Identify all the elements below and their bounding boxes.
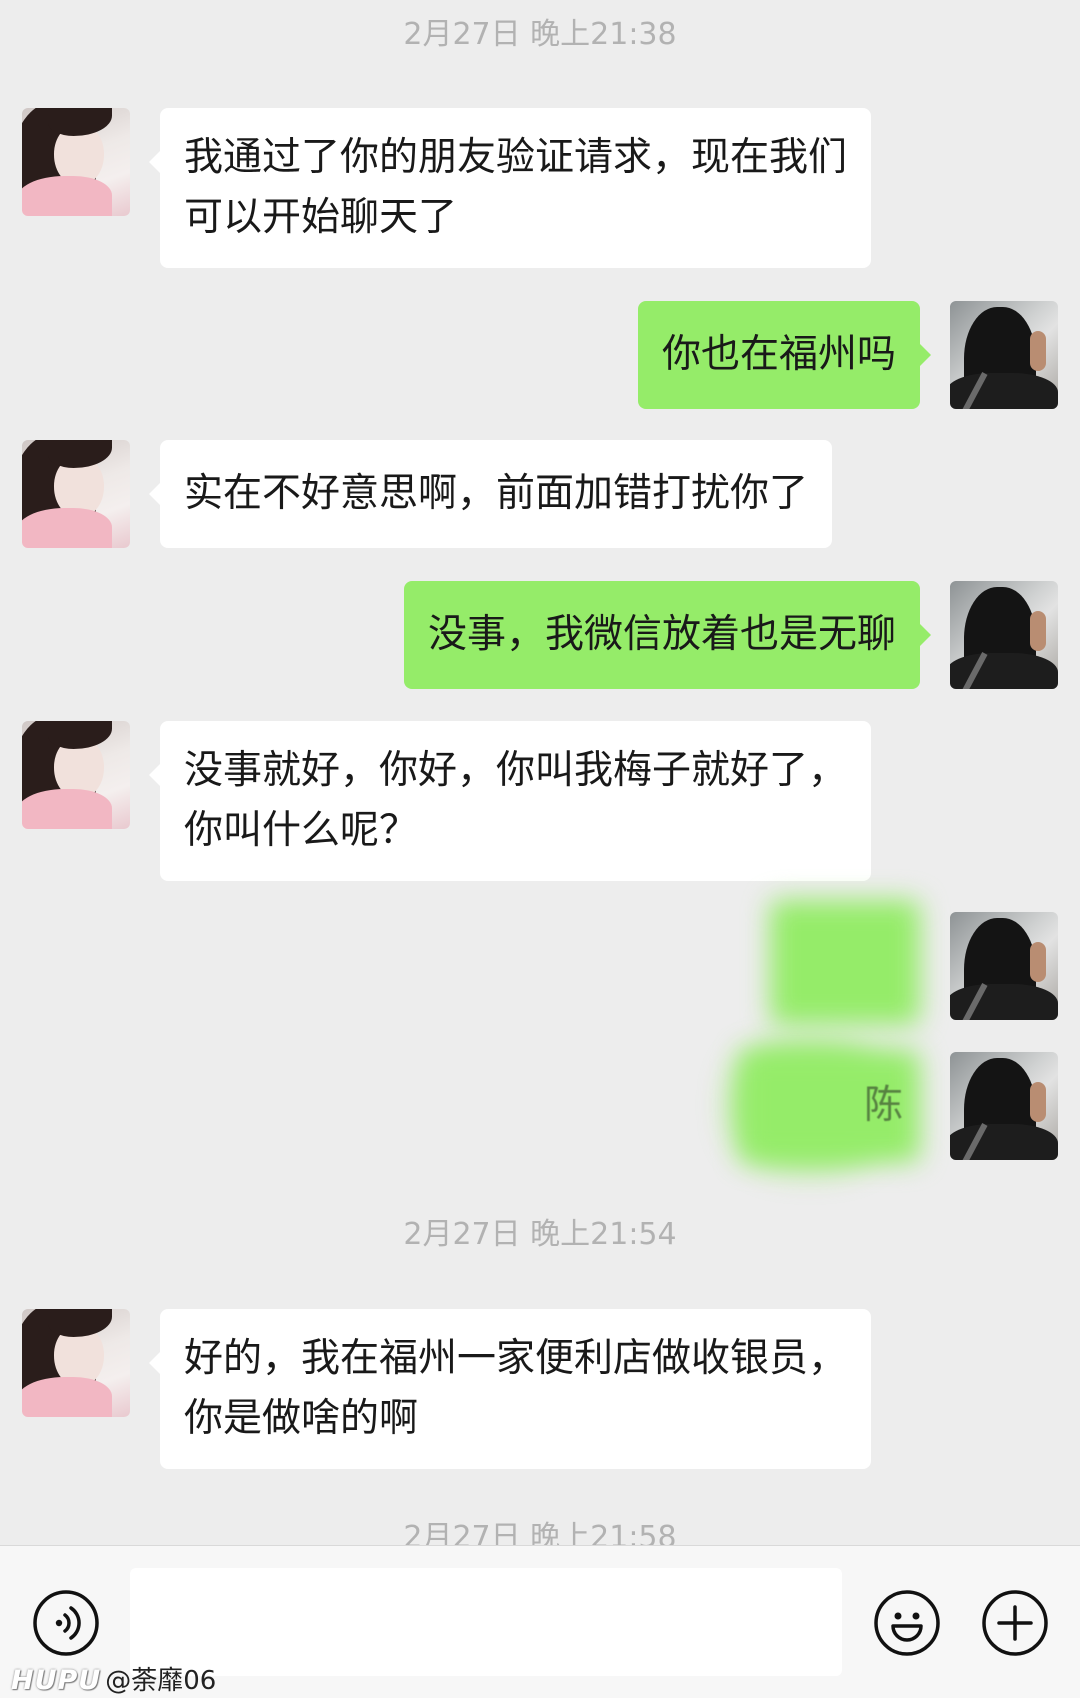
message-text: 没事就好，你好，你叫我梅子就好了， xyxy=(184,748,848,793)
avatar-hand xyxy=(1030,611,1046,651)
message-text: 好的，我在福州一家便利店做收银员， xyxy=(184,1336,848,1381)
avatar-bangs xyxy=(48,108,112,136)
contact-avatar[interactable] xyxy=(22,108,130,216)
timestamp: 2月27日 晚上21:38 xyxy=(403,17,677,52)
avatar-sleeve xyxy=(22,1377,112,1417)
timestamp: 2月27日 晚上21:54 xyxy=(403,1217,677,1252)
plus-circle-icon xyxy=(982,1590,1048,1656)
voice-icon xyxy=(33,1590,99,1656)
message-input[interactable] xyxy=(130,1568,842,1676)
avatar-bangs xyxy=(48,440,112,468)
avatar-sleeve xyxy=(22,789,112,829)
contact-avatar[interactable] xyxy=(22,440,130,548)
message-text: 你是做啥的啊 xyxy=(184,1396,419,1441)
more-button[interactable] xyxy=(981,1589,1049,1657)
emoji-button[interactable] xyxy=(873,1589,941,1657)
avatar-bangs xyxy=(48,1309,112,1337)
chat-screen: 2月27日 晚上21:38 我通过了你的朋友验证请求，现在我们 可以开始聊天了 … xyxy=(0,0,1080,1698)
emoji-icon xyxy=(874,1590,940,1656)
watermark-brand: HUPU xyxy=(11,1665,102,1696)
voice-button[interactable] xyxy=(32,1589,100,1657)
my-avatar[interactable] xyxy=(950,1052,1058,1160)
avatar-hand xyxy=(1030,331,1046,371)
watermark: HUPU @荼靡06 xyxy=(11,1660,216,1697)
message-bubble-incoming[interactable]: 我通过了你的朋友验证请求，现在我们 可以开始聊天了 xyxy=(148,108,872,268)
message-text: 实在不好意思啊，前面加错打扰你了 xyxy=(184,471,809,516)
my-avatar[interactable] xyxy=(950,581,1058,689)
avatar-sleeve xyxy=(22,508,112,548)
message-bubble-outgoing[interactable]: 你也在福州吗 xyxy=(637,301,932,409)
contact-avatar[interactable] xyxy=(22,1309,130,1417)
my-avatar[interactable] xyxy=(950,301,1058,409)
message-bubble-incoming[interactable]: 好的，我在福州一家便利店做收银员， 你是做啥的啊 xyxy=(148,1309,872,1469)
message-text: 没事，我微信放着也是无聊 xyxy=(427,612,896,657)
message-text: 可以开始聊天了 xyxy=(184,195,458,240)
message-bubble-outgoing[interactable]: 没事，我微信放着也是无聊 xyxy=(403,581,932,689)
avatar-bangs xyxy=(48,721,112,749)
avatar-hand xyxy=(1030,942,1046,982)
contact-avatar[interactable] xyxy=(22,721,130,829)
message-bubble-incoming[interactable]: 没事就好，你好，你叫我梅子就好了， 你叫什么呢？ xyxy=(148,721,872,881)
message-bubble-incoming[interactable]: 实在不好意思啊，前面加错打扰你了 xyxy=(148,440,833,548)
message-text-partial: 陈 xyxy=(864,1083,904,1128)
message-bubble-outgoing-blurred[interactable] xyxy=(770,900,920,1025)
message-text: 你也在福州吗 xyxy=(661,332,896,377)
timestamp: 2月27日 晚上21:58 xyxy=(403,1520,677,1545)
message-text: 我通过了你的朋友验证请求，现在我们 xyxy=(184,135,848,180)
message-list[interactable]: 2月27日 晚上21:38 我通过了你的朋友验证请求，现在我们 可以开始聊天了 … xyxy=(0,0,1080,1545)
avatar-sleeve xyxy=(22,176,112,216)
message-text: 你叫什么呢？ xyxy=(184,808,419,853)
avatar-hand xyxy=(1030,1082,1046,1122)
watermark-handle: @荼靡06 xyxy=(105,1666,217,1696)
my-avatar[interactable] xyxy=(950,912,1058,1020)
